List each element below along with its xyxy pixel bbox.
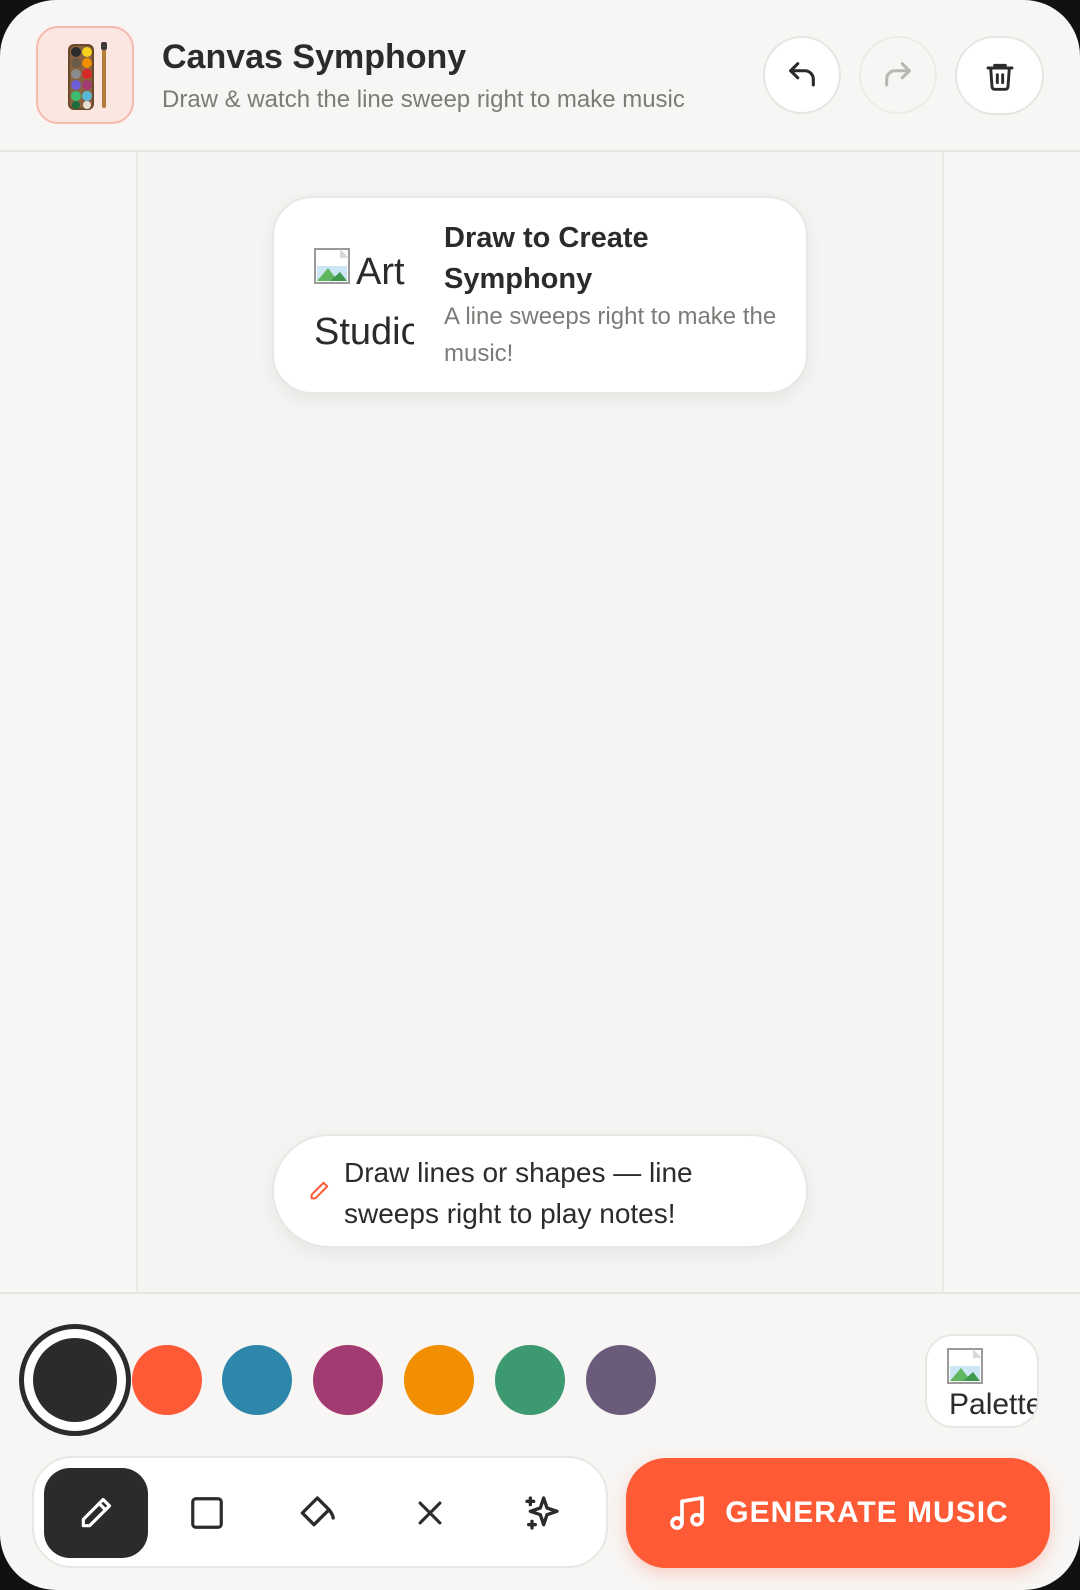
undo-button[interactable] xyxy=(763,36,841,114)
tool-clear-button[interactable] xyxy=(378,1468,482,1558)
app-title: Canvas Symphony xyxy=(162,38,467,76)
undo-icon xyxy=(789,62,815,87)
palette-app-icon xyxy=(36,26,134,124)
drawing-hint: Draw lines or shapes — line sweeps right… xyxy=(272,1134,808,1248)
trash-icon xyxy=(986,63,1013,91)
tool-fill-button[interactable] xyxy=(267,1468,371,1558)
color-swatch-magenta[interactable] xyxy=(313,1345,383,1415)
tool-bar xyxy=(32,1456,608,1568)
color-swatch-selected[interactable] xyxy=(19,1324,131,1436)
pencil-icon xyxy=(310,1181,329,1200)
close-icon xyxy=(418,1501,442,1525)
tool-sparkle-button[interactable] xyxy=(490,1468,594,1558)
color-swatch-orange-red[interactable] xyxy=(132,1345,202,1415)
color-swatch-dark xyxy=(33,1338,117,1422)
color-swatch-green[interactable] xyxy=(495,1345,565,1415)
app-screen: Canvas Symphony Draw & watch the line sw… xyxy=(0,0,1080,1590)
broken-image-icon xyxy=(947,1348,983,1384)
redo-button[interactable] xyxy=(859,36,937,114)
generate-music-button[interactable]: GENERATE MUSIC xyxy=(626,1458,1050,1568)
tool-rectangle-button[interactable] xyxy=(155,1468,259,1558)
color-swatch-orange[interactable] xyxy=(404,1345,474,1415)
square-icon xyxy=(191,1497,223,1529)
card-title: Draw to Create Symphony xyxy=(444,222,649,295)
palette-image-alt: Palette xyxy=(949,1388,1039,1421)
color-swatch-purple[interactable] xyxy=(586,1345,656,1415)
palette-button[interactable]: Palette xyxy=(925,1334,1039,1428)
generate-music-label: GENERATE MUSIC xyxy=(725,1496,1009,1529)
sparkle-icon xyxy=(525,1496,559,1530)
paint-bucket-icon xyxy=(300,1496,335,1527)
intro-card: Art Studio Draw to Create Symphony A lin… xyxy=(272,196,808,394)
color-swatch-blue[interactable] xyxy=(222,1345,292,1415)
art-studio-image: Art Studio xyxy=(314,242,414,362)
app-subtitle: Draw & watch the line sweep right to mak… xyxy=(162,86,685,113)
tool-pen-button[interactable] xyxy=(44,1468,148,1558)
broken-image-icon xyxy=(314,248,350,284)
pencil-icon xyxy=(81,1497,112,1528)
redo-icon xyxy=(885,62,911,87)
hint-text: Draw lines or shapes — line sweeps right… xyxy=(344,1157,693,1229)
app-header: Canvas Symphony Draw & watch the line sw… xyxy=(0,0,1080,152)
clear-canvas-button[interactable] xyxy=(955,36,1044,115)
card-description: A line sweeps right to make the music! xyxy=(444,303,777,367)
music-note-icon xyxy=(670,1496,705,1530)
